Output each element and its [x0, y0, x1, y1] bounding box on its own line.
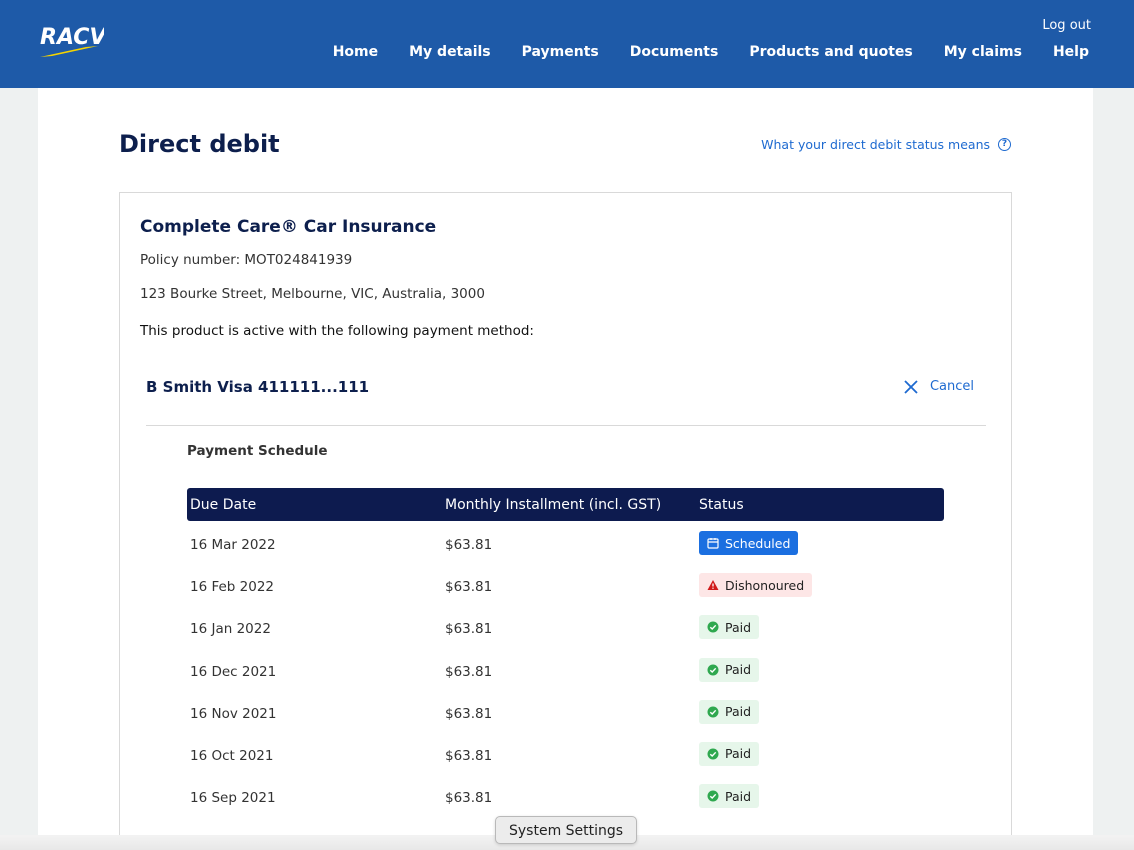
- row-date: 16 Nov 2021: [190, 705, 277, 722]
- table-row: 16 Oct 2021 $63.81 Paid: [187, 737, 944, 779]
- divider: [146, 425, 986, 426]
- row-amount: $63.81: [445, 790, 493, 807]
- system-settings-tooltip: System Settings: [495, 816, 638, 844]
- nav-payments[interactable]: Payments: [522, 44, 599, 60]
- row-date: 16 Dec 2021: [190, 663, 277, 680]
- question-circle-icon: ?: [998, 138, 1011, 151]
- racv-logo[interactable]: RACV: [38, 20, 104, 60]
- table-row: 16 Nov 2021 $63.81 Paid: [187, 695, 944, 737]
- payment-method-name: B Smith Visa 411111...111: [146, 378, 370, 396]
- row-amount: $63.81: [445, 579, 493, 596]
- status-label: Paid: [725, 619, 752, 635]
- row-amount: $63.81: [445, 663, 493, 680]
- status-badge: Scheduled: [699, 531, 799, 555]
- table-row: 16 Sep 2021 $63.81 Paid: [187, 779, 944, 821]
- status-label: Paid: [725, 788, 752, 804]
- row-amount: $63.81: [445, 747, 493, 764]
- page-title: Direct debit: [119, 130, 280, 158]
- policy-address: 123 Bourke Street, Melbourne, VIC, Austr…: [140, 286, 485, 302]
- column-header-installment: Monthly Installment (incl. GST): [445, 496, 662, 513]
- check-circle-icon: [707, 621, 719, 633]
- calendar-icon: [707, 538, 719, 549]
- row-date: 16 Oct 2021: [190, 747, 274, 764]
- table-row: 16 Dec 2021 $63.81 Paid: [187, 653, 944, 695]
- status-badge: Paid: [699, 784, 760, 809]
- nav-products-and-quotes[interactable]: Products and quotes: [749, 44, 912, 60]
- nav-home[interactable]: Home: [333, 44, 378, 60]
- check-circle-icon: [707, 748, 719, 760]
- site-header: RACV Log out Home My details Payments Do…: [0, 0, 1134, 88]
- active-payment-text: This product is active with the followin…: [140, 323, 534, 339]
- table-row: 16 Feb 2022 $63.81 Dishonoured: [187, 568, 944, 610]
- check-circle-icon: [707, 790, 719, 802]
- row-amount: $63.81: [445, 537, 493, 553]
- cancel-payment-method-button[interactable]: Cancel: [904, 379, 974, 394]
- main-nav: Home My details Payments Documents Produ…: [333, 44, 1089, 60]
- status-badge: Paid: [699, 615, 760, 640]
- status-label: Scheduled: [725, 535, 791, 551]
- payment-schedule-title: Payment Schedule: [187, 443, 328, 459]
- svg-text:RACV: RACV: [40, 25, 104, 50]
- table-row: 16 Mar 2022 $63.81 Scheduled: [187, 526, 944, 568]
- product-title: Complete Care® Car Insurance: [140, 217, 437, 237]
- status-label: Paid: [725, 746, 752, 762]
- nav-help[interactable]: Help: [1053, 44, 1089, 60]
- policy-number: Policy number: MOT024841939: [140, 252, 353, 268]
- status-badge: Paid: [699, 741, 760, 766]
- policy-card: Complete Care® Car Insurance Policy numb…: [119, 192, 1012, 850]
- row-date: 16 Sep 2021: [190, 790, 276, 807]
- warning-icon: [707, 580, 719, 591]
- help-link-label: What your direct debit status means: [761, 137, 990, 152]
- column-header-due-date: Due Date: [190, 496, 257, 513]
- status-label: Dishonoured: [725, 577, 805, 593]
- main-panel: Direct debit What your direct debit stat…: [38, 88, 1093, 850]
- table-row: 16 Jan 2022 $63.81 Paid: [187, 610, 944, 652]
- nav-my-claims[interactable]: My claims: [944, 44, 1022, 60]
- status-badge: Dishonoured: [699, 573, 813, 598]
- row-amount: $63.81: [445, 621, 493, 638]
- cancel-label: Cancel: [929, 379, 974, 394]
- column-header-status: Status: [699, 496, 744, 513]
- direct-debit-status-help-link[interactable]: What your direct debit status means ?: [761, 137, 1011, 152]
- row-amount: $63.81: [445, 705, 493, 722]
- status-badge: Paid: [699, 699, 760, 724]
- status-label: Paid: [725, 662, 752, 678]
- logout-link[interactable]: Log out: [1042, 18, 1091, 33]
- payment-schedule-table: Due Date Monthly Installment (incl. GST)…: [187, 488, 944, 821]
- close-icon: [904, 379, 918, 394]
- row-date: 16 Mar 2022: [190, 537, 276, 553]
- table-header: Due Date Monthly Installment (incl. GST)…: [187, 488, 944, 521]
- row-date: 16 Jan 2022: [190, 621, 271, 638]
- check-circle-icon: [707, 706, 719, 718]
- status-label: Paid: [725, 704, 752, 720]
- nav-my-details[interactable]: My details: [409, 44, 491, 60]
- nav-documents[interactable]: Documents: [630, 44, 719, 60]
- row-date: 16 Feb 2022: [190, 579, 275, 596]
- check-circle-icon: [707, 664, 719, 676]
- status-badge: Paid: [699, 657, 760, 682]
